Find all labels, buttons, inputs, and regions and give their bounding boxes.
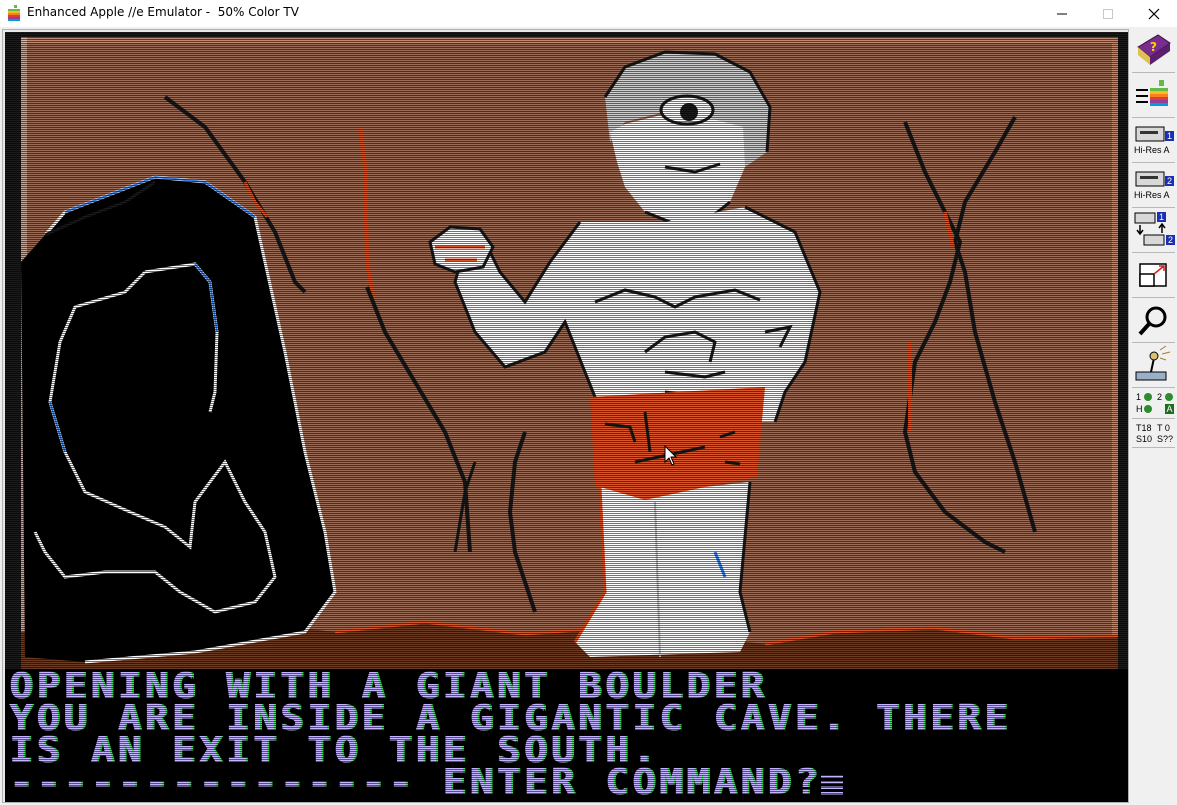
svg-text:?: ? (1150, 40, 1157, 54)
title-bar[interactable]: Enhanced Apple //e Emulator - 50% Color … (0, 0, 1177, 27)
drive-1-label: Hi-Res A (1134, 145, 1170, 155)
sector-2: S?? (1157, 434, 1174, 444)
track-2: T 0 (1157, 423, 1170, 433)
text-output-area: OPENING WITH A GIANT BOULDER YOU ARE INS… (5, 668, 1128, 802)
led-1-indicator (1144, 393, 1152, 401)
joystick-icon (1135, 345, 1171, 381)
drive-2-label: Hi-Res A (1134, 190, 1170, 200)
swap-number-b: 2 (1166, 235, 1175, 245)
settings-button[interactable] (1132, 344, 1175, 388)
text-cursor (821, 775, 844, 796)
debugger-button[interactable] (1132, 299, 1175, 343)
window-title: Enhanced Apple //e Emulator - 50% Color … (27, 5, 299, 19)
track-sector-status: T18 T 0 S10 S?? (1132, 422, 1175, 448)
magnifier-icon (1138, 306, 1167, 336)
swap-drives-icon (1134, 212, 1166, 246)
disk-drive-icon (1135, 171, 1165, 187)
help-button[interactable]: ? (1132, 29, 1175, 73)
close-button[interactable] (1131, 0, 1177, 27)
swap-number-a: 1 (1157, 212, 1166, 222)
hires-graphics-scene (5, 32, 1128, 669)
track-1: T18 (1136, 423, 1152, 433)
mouse-pointer-icon (664, 445, 678, 466)
maximize-icon (1103, 9, 1113, 19)
minimize-button[interactable] (1039, 0, 1085, 27)
setup-button[interactable] (1132, 74, 1175, 118)
cave-scene-illustration (5, 32, 1128, 669)
emulator-toolbar: ? 1 Hi-Res A 2 Hi-Res A 1 2 1 2 H A T18 … (1131, 29, 1176, 803)
fullscreen-button[interactable] (1132, 254, 1175, 298)
drive-status-leds: 1 2 H A (1132, 389, 1175, 419)
drive-2-button[interactable]: 2 Hi-Res A (1132, 164, 1175, 208)
fullscreen-icon (1139, 263, 1167, 287)
minimize-icon (1057, 13, 1067, 15)
apple-setup-icon (1136, 80, 1168, 106)
led-h-indicator (1144, 405, 1152, 413)
drive-1-button[interactable]: 1 Hi-Res A (1132, 119, 1175, 163)
emulator-screen[interactable]: OPENING WITH A GIANT BOULDER YOU ARE INS… (5, 32, 1128, 802)
led-2-label: 2 (1157, 392, 1163, 402)
disk-drive-icon (1135, 126, 1165, 142)
sector-1: S10 (1136, 434, 1153, 444)
apple-logo-icon (8, 5, 20, 21)
emulator-frame: OPENING WITH A GIANT BOULDER YOU ARE INS… (0, 27, 1177, 805)
maximize-button[interactable] (1085, 0, 1131, 27)
help-book-icon: ? (1137, 34, 1171, 65)
close-icon (1148, 8, 1160, 20)
led-h-label: H (1136, 404, 1143, 414)
command-prompt-line: --------------- ENTER COMMAND? (9, 764, 844, 800)
led-1-label: 1 (1136, 392, 1142, 402)
swap-drives-button[interactable]: 1 2 (1132, 209, 1175, 253)
drive-2-number: 2 (1165, 176, 1174, 186)
led-a-label: A (1165, 404, 1174, 414)
command-prompt-text: --------------- ENTER COMMAND? (9, 761, 822, 802)
drive-1-number: 1 (1165, 131, 1174, 141)
led-2-indicator (1165, 393, 1173, 401)
